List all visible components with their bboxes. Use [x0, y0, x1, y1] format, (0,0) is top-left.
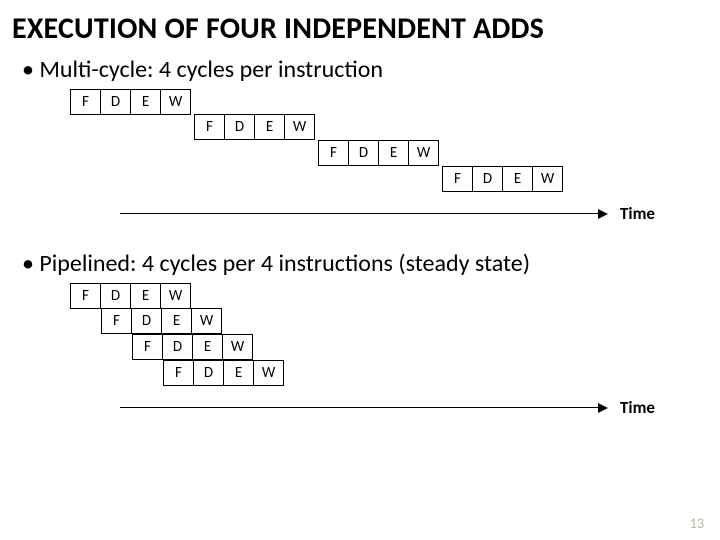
- stage-cell: E: [130, 89, 161, 115]
- time-axis-multicycle: Time: [120, 207, 620, 229]
- stage-cell: F: [163, 360, 194, 386]
- stage-cell: D: [100, 283, 131, 309]
- stage-cell: F: [318, 140, 349, 166]
- stage-cell: F: [70, 283, 101, 309]
- diagram-multicycle: F D E W F D E W F D E W F D E W: [70, 90, 720, 193]
- stage-cell: E: [192, 334, 223, 360]
- stage-cell: E: [130, 283, 161, 309]
- time-label: Time: [620, 397, 655, 418]
- arrowhead-icon: [598, 209, 608, 219]
- table-row: F D E W: [70, 115, 720, 141]
- stage-cell: W: [160, 89, 191, 115]
- stage-cell: D: [224, 114, 255, 140]
- slide-title: EXECUTION OF FOUR INDEPENDENT ADDS: [0, 0, 720, 51]
- table-row: F D E W: [70, 284, 720, 309]
- stage-cell: D: [100, 89, 131, 115]
- time-label: Time: [620, 203, 655, 224]
- stage-cell: E: [254, 114, 285, 140]
- bullet-pipelined: Pipelined: 4 cycles per 4 instructions (…: [0, 245, 720, 284]
- stage-cell: F: [101, 308, 132, 334]
- stage-cell: F: [132, 334, 163, 360]
- arrow-line: [120, 407, 600, 408]
- stage-cell: E: [378, 140, 409, 166]
- stage-cell: F: [194, 114, 225, 140]
- stage-cell: E: [502, 166, 533, 192]
- time-axis-pipelined: Time: [120, 401, 620, 423]
- arrow-line: [120, 213, 600, 214]
- page-number: 13: [690, 515, 704, 532]
- diagram-pipelined: F D E W F D E W F D E W F D E W: [70, 284, 720, 387]
- stage-cell: W: [532, 166, 563, 192]
- arrowhead-icon: [598, 403, 608, 413]
- stage-cell: W: [408, 140, 439, 166]
- stage-cell: W: [160, 283, 191, 309]
- stage-cell: D: [162, 334, 193, 360]
- stage-cell: E: [223, 360, 254, 386]
- stage-cell: W: [191, 308, 222, 334]
- table-row: F D E W: [70, 309, 720, 335]
- stage-cell: F: [70, 89, 101, 115]
- stage-cell: D: [193, 360, 224, 386]
- stage-cell: D: [131, 308, 162, 334]
- table-row: F D E W: [70, 167, 720, 193]
- table-row: F D E W: [70, 90, 720, 115]
- stage-cell: D: [472, 166, 503, 192]
- stage-cell: F: [442, 166, 473, 192]
- stage-cell: E: [161, 308, 192, 334]
- bullet-multicycle: Multi-cycle: 4 cycles per instruction: [0, 51, 720, 90]
- stage-cell: W: [284, 114, 315, 140]
- table-row: F D E W: [70, 361, 720, 387]
- stage-cell: W: [222, 334, 253, 360]
- stage-cell: W: [253, 360, 284, 386]
- table-row: F D E W: [70, 335, 720, 361]
- table-row: F D E W: [70, 141, 720, 167]
- stage-cell: D: [348, 140, 379, 166]
